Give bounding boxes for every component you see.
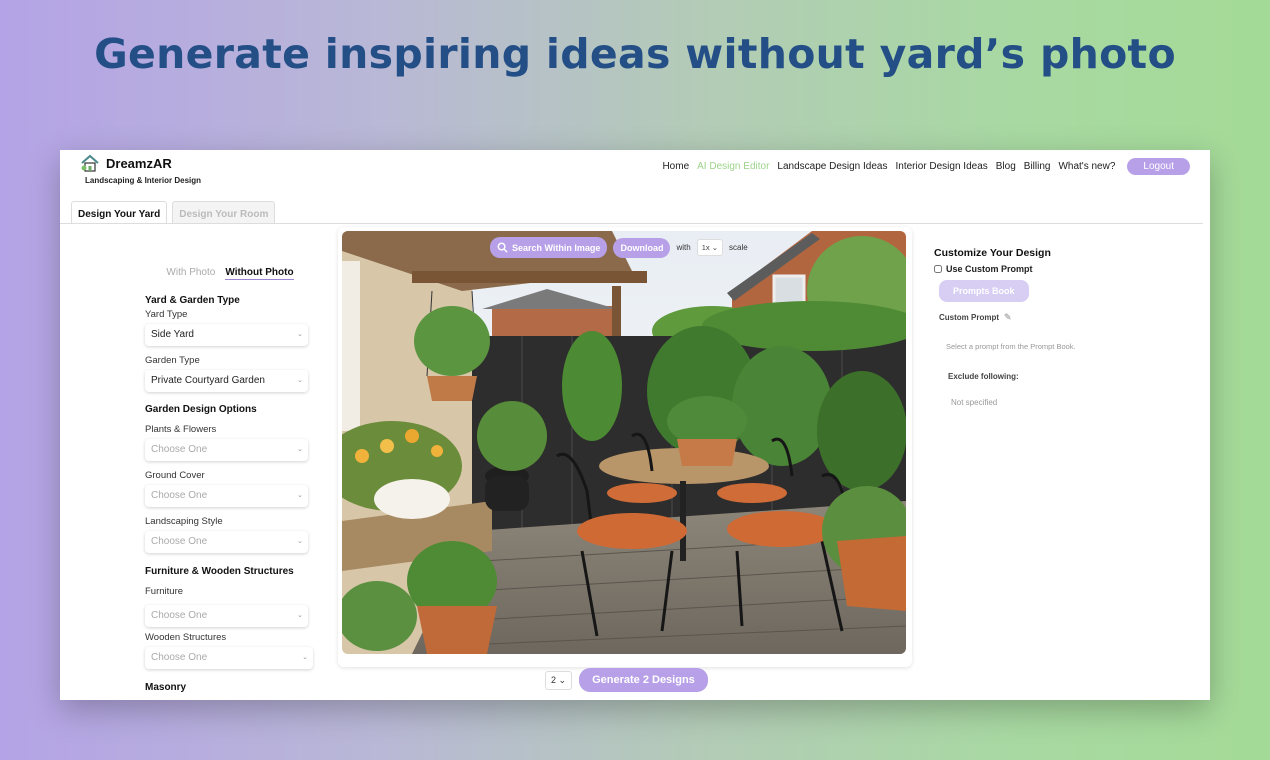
tab-design-your-room[interactable]: Design Your Room [172,201,276,223]
chevron-down-icon: ⌄ [297,492,303,499]
download-button[interactable]: Download [613,237,671,258]
yard-type-select[interactable]: Side Yard ⌄ [145,324,308,346]
garden-design-options-heading: Garden Design Options [145,404,257,415]
garden-type-label: Garden Type [145,355,200,366]
generate-designs-button[interactable]: Generate 2 Designs [579,668,708,692]
app-window: DreamzAR Landscaping & Interior Design H… [60,150,1210,700]
custom-prompt-label: Custom Prompt [939,313,999,322]
furniture-structures-heading: Furniture & Wooden Structures [145,566,294,577]
garden-type-value: Private Courtyard Garden [151,375,265,386]
nav-interior-design-ideas[interactable]: Interior Design Ideas [895,161,987,172]
chevron-down-icon: ⌄ [297,331,303,338]
exclude-label: Exclude following: [948,372,1019,381]
tab-divider [60,223,1203,224]
chevron-down-icon: ⌄ [302,654,308,661]
furniture-label: Furniture [145,586,184,597]
nav-ai-design-editor[interactable]: AI Design Editor [697,161,769,172]
design-options-panel: With Photo Without Photo Yard & Garden T… [145,267,315,693]
page-headline: Generate inspiring ideas without yard’s … [94,30,1176,78]
landscaping-style-placeholder: Choose One [151,536,208,547]
ground-cover-label: Ground Cover [145,470,205,481]
customize-title: Customize Your Design [934,247,1051,259]
use-custom-prompt-toggle[interactable]: Use Custom Prompt [934,264,1134,274]
tab-design-your-yard[interactable]: Design Your Yard [71,201,168,223]
brand-name: DreamzAR [106,155,172,171]
chevron-down-icon: ⌄ [297,538,303,545]
generate-row: 2 ⌄ Generate 2 Designs [545,668,708,692]
prompts-book-button[interactable]: Prompts Book [939,280,1029,302]
nav-home[interactable]: Home [662,161,689,172]
chevron-down-icon: ⌄ [297,446,303,453]
search-icon [497,242,508,253]
use-custom-prompt-label: Use Custom Prompt [946,264,1033,274]
wooden-structures-label: Wooden Structures [145,632,227,643]
search-within-image-button[interactable]: Search Within Image [490,237,608,258]
furniture-placeholder: Choose One [151,610,208,621]
wooden-structures-select[interactable]: Choose One ⌄ [145,647,313,669]
design-image-card: Search Within Image Download with 1x ⌄ s… [338,227,912,667]
scale-text: scale [729,243,748,252]
yard-type-value: Side Yard [151,329,194,340]
logout-button[interactable]: Logout [1127,158,1190,175]
top-nav: Home AI Design Editor Landscape Design I… [662,158,1190,175]
landscaping-style-label: Landscaping Style [145,516,223,527]
photo-mode-toggle: With Photo Without Photo [145,267,315,280]
plants-flowers-label: Plants & Flowers [145,424,217,435]
with-text: with [676,243,691,252]
chevron-down-icon: ⌄ [558,674,567,685]
chevron-down-icon: ⌄ [297,612,303,619]
use-custom-prompt-checkbox[interactable] [934,265,942,273]
nav-billing[interactable]: Billing [1024,161,1051,172]
house-logo-icon [81,154,99,172]
generated-patio-image[interactable] [342,231,906,654]
landscaping-style-select[interactable]: Choose One ⌄ [145,531,308,553]
pencil-icon[interactable]: ✎ [1004,312,1012,323]
design-tabs: Design Your Yard Design Your Room [71,201,276,223]
garden-type-select[interactable]: Private Courtyard Garden ⌄ [145,370,308,392]
chevron-down-icon: ⌄ [297,377,303,384]
brand-tagline: Landscaping & Interior Design [85,176,202,185]
design-count-value: 2 [551,674,557,685]
masonry-heading: Masonry [145,682,187,693]
nav-whats-new[interactable]: What's new? [1058,161,1115,172]
furniture-select[interactable]: Choose One ⌄ [145,605,308,627]
yard-garden-type-heading: Yard & Garden Type [145,295,240,306]
scale-select[interactable]: 1x ⌄ [696,239,723,256]
ground-cover-placeholder: Choose One [151,490,208,501]
chevron-down-icon: ⌄ [711,243,718,252]
exclude-value: Not specified [951,398,998,407]
nav-landscape-design-ideas[interactable]: Landscape Design Ideas [777,161,887,172]
search-within-image-label: Search Within Image [512,242,601,253]
customize-panel: Customize Your Design Use Custom Prompt … [934,247,1134,407]
plants-flowers-select[interactable]: Choose One ⌄ [145,439,308,461]
brand-logo[interactable]: DreamzAR Landscaping & Interior Design [80,154,201,185]
design-count-select[interactable]: 2 ⌄ [545,670,573,690]
custom-prompt-row: Custom Prompt ✎ [939,312,1134,323]
yard-type-label: Yard Type [145,309,188,320]
image-toolbar: Search Within Image Download with 1x ⌄ s… [490,237,748,258]
plants-flowers-placeholder: Choose One [151,444,208,455]
with-photo-option[interactable]: With Photo [166,267,215,280]
nav-blog[interactable]: Blog [996,161,1016,172]
scale-value: 1x [701,243,710,252]
wooden-structures-placeholder: Choose One [151,652,208,663]
ground-cover-select[interactable]: Choose One ⌄ [145,485,308,507]
without-photo-option[interactable]: Without Photo [225,267,294,280]
prompt-hint: Select a prompt from the Prompt Book. [946,342,1076,351]
